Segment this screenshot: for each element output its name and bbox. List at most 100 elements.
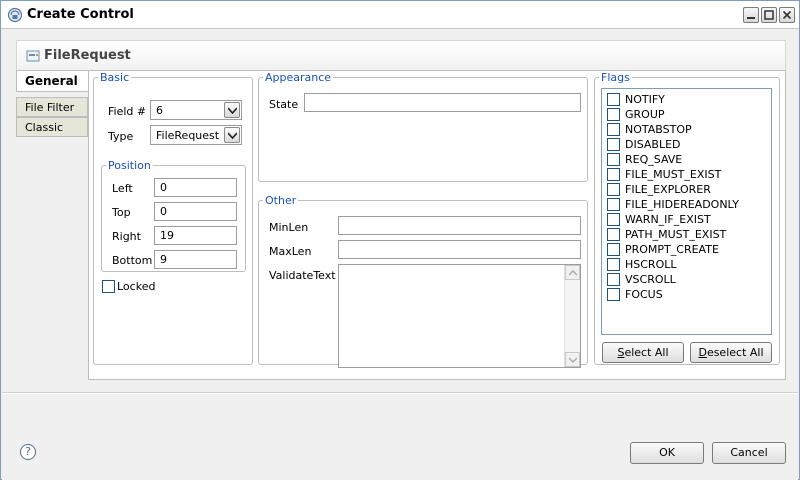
field-number-dropdown-button[interactable] — [224, 102, 240, 118]
flag-checkbox[interactable] — [607, 258, 620, 271]
dialog-window: Create Control FileRequest General File … — [0, 0, 800, 480]
flag-label: GROUP — [625, 108, 665, 121]
appearance-legend: Appearance — [265, 71, 332, 84]
chevron-down-icon — [228, 132, 237, 139]
flag-checkbox[interactable] — [607, 213, 620, 226]
scroll-up-button[interactable] — [565, 265, 580, 280]
validatetext-area[interactable] — [338, 264, 581, 368]
minlen-input[interactable] — [338, 216, 581, 235]
help-icon[interactable]: ? — [20, 444, 36, 460]
bottom-input[interactable]: 9 — [154, 250, 237, 269]
tab-file-filter-label: File Filter — [25, 101, 75, 114]
flag-label: REQ_SAVE — [625, 153, 683, 166]
select-all-label: elect All — [624, 346, 669, 359]
basic-group: Basic Field # 6 Type FileRequest Positio… — [93, 71, 253, 365]
close-button[interactable] — [779, 7, 795, 23]
cancel-button[interactable]: Cancel — [712, 442, 786, 464]
type-value: FileRequest — [156, 129, 220, 142]
other-legend: Other — [265, 194, 297, 207]
tab-strip: General File Filter Classic — [16, 70, 89, 380]
minimize-button[interactable] — [743, 7, 759, 23]
deselect-all-label: eselect All — [706, 346, 764, 359]
other-group: Other MinLen MaxLen ValidateText — [258, 194, 588, 368]
right-input[interactable]: 19 — [154, 226, 237, 245]
dialog-client-area: FileRequest General File Filter Classic … — [2, 30, 798, 480]
tab-general[interactable]: General — [16, 70, 89, 92]
flag-checkbox[interactable] — [607, 183, 620, 196]
maxlen-label: MaxLen — [269, 245, 312, 258]
deselect-all-mnemonic: D — [698, 346, 707, 359]
tab-classic-label: Classic — [25, 121, 64, 134]
flag-label: FILE_HIDEREADONLY — [625, 198, 739, 211]
flag-checkbox[interactable] — [607, 273, 620, 286]
close-icon — [782, 10, 792, 20]
flag-checkbox[interactable] — [607, 243, 620, 256]
validatetext-scrollbar[interactable] — [564, 265, 580, 367]
type-combo[interactable]: FileRequest — [150, 125, 242, 145]
state-input[interactable] — [304, 93, 581, 112]
app-icon — [7, 7, 23, 23]
chevron-down-icon — [569, 357, 577, 363]
type-label: Type — [108, 130, 134, 143]
state-label: State — [269, 98, 299, 111]
flag-label: NOTIFY — [625, 93, 665, 106]
title-bar[interactable]: Create Control — [1, 1, 799, 29]
type-dropdown-button[interactable] — [224, 127, 240, 143]
flags-list: NOTIFY GROUP NOTABSTOP DISABLED REQ_SAVE FILE… — [601, 88, 772, 335]
position-legend: Position — [108, 159, 151, 172]
field-number-combo[interactable]: 6 — [150, 100, 242, 120]
flag-checkbox[interactable] — [607, 93, 620, 106]
footer-separator-highlight — [2, 393, 798, 394]
tab-general-label: General — [25, 74, 78, 88]
top-label: Top — [112, 206, 131, 219]
flag-checkbox[interactable] — [607, 123, 620, 136]
tab-classic[interactable]: Classic — [16, 117, 88, 137]
minlen-label: MinLen — [269, 221, 309, 234]
flag-checkbox[interactable] — [607, 153, 620, 166]
left-input[interactable]: 0 — [154, 178, 237, 197]
flag-label: FILE_MUST_EXIST — [625, 168, 722, 181]
maxlen-input[interactable] — [338, 240, 581, 259]
panel-header: FileRequest — [16, 40, 786, 70]
select-all-button[interactable]: Select All — [602, 342, 684, 363]
flag-checkbox[interactable] — [607, 168, 620, 181]
flag-label: WARN_IF_EXIST — [625, 213, 711, 226]
validatetext-label: ValidateText — [269, 269, 336, 282]
top-input[interactable]: 0 — [154, 202, 237, 221]
general-tab-content: Basic Field # 6 Type FileRequest Positio… — [88, 70, 786, 380]
appearance-group: Appearance State — [258, 71, 588, 182]
file-request-icon — [26, 50, 40, 62]
flag-checkbox[interactable] — [607, 138, 620, 151]
flag-label: HSCROLL — [625, 258, 677, 271]
right-label: Right — [112, 230, 141, 243]
field-number-label: Field # — [108, 105, 147, 118]
flag-checkbox[interactable] — [607, 288, 620, 301]
chevron-up-icon — [569, 270, 577, 276]
panel-title: FileRequest — [44, 48, 131, 63]
flag-checkbox[interactable] — [607, 198, 620, 211]
flag-label: PROMPT_CREATE — [625, 243, 719, 256]
left-label: Left — [112, 182, 133, 195]
tab-file-filter[interactable]: File Filter — [16, 97, 88, 117]
ok-button[interactable]: OK — [630, 442, 704, 464]
deselect-all-button[interactable]: Deselect All — [690, 342, 772, 363]
flag-checkbox[interactable] — [607, 228, 620, 241]
maximize-icon — [764, 10, 774, 20]
flag-label: DISABLED — [625, 138, 681, 151]
flag-label: PATH_MUST_EXIST — [625, 228, 727, 241]
bottom-label: Bottom — [112, 254, 153, 267]
locked-label: Locked — [117, 280, 156, 293]
flags-group: Flags NOTIFY GROUP NOTABSTOP DISABLED REQ_SA… — [594, 71, 780, 365]
locked-checkbox[interactable] — [102, 280, 115, 293]
chevron-down-icon — [228, 107, 237, 114]
maximize-button[interactable] — [761, 7, 777, 23]
field-number-value: 6 — [156, 104, 163, 117]
flag-label: NOTABSTOP — [625, 123, 692, 136]
basic-legend: Basic — [100, 71, 130, 84]
flag-label: VSCROLL — [625, 273, 676, 286]
scroll-down-button[interactable] — [565, 352, 580, 367]
flag-checkbox[interactable] — [607, 108, 620, 121]
flags-legend: Flags — [601, 71, 630, 84]
window-title: Create Control — [27, 7, 134, 22]
flag-label: FOCUS — [625, 288, 663, 301]
